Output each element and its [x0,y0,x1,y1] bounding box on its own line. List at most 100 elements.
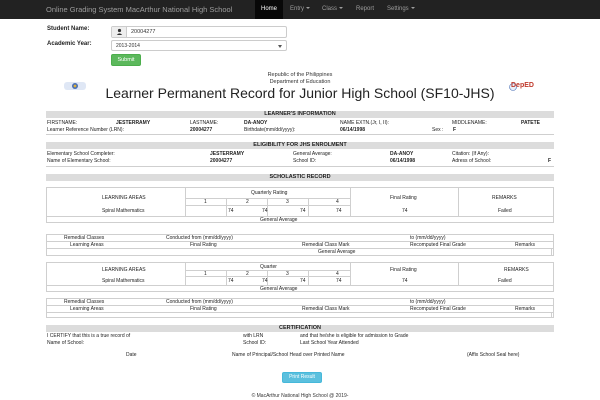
remedial-table-2 [46,298,554,318]
col-final-rating: Final Rating [390,195,417,201]
col-remarks: REMARKS [504,267,529,273]
general-average-row: General Average [260,286,298,292]
record-q3: 74 [300,278,306,284]
remedial-final-rating: Final Rating [190,306,217,312]
col-divider [226,270,227,285]
col-remarks: REMARKS [492,195,517,201]
cert-last-year-label: Last School Year Attended [300,340,359,346]
lastname-label: LASTNAME: [190,120,219,126]
record-q1: 74 [228,208,234,214]
remedial-learning-areas: Learning Areas [70,306,104,312]
record-q4: 74 [336,208,342,214]
record-final: 74 [402,278,408,284]
nav-settings[interactable]: Settings [387,0,415,19]
col-q4: 4 [336,271,339,277]
nav-entry[interactable]: Entry [290,0,311,19]
eligibility-heading: ELIGIBILITY FOR JHS ENROLMENT [46,142,554,149]
col-q3: 3 [286,271,289,277]
conducted-from-label: Conducted from (mm/dd/yyyy) [166,235,233,241]
remedial-classes-label: Remedial Classes [64,299,105,305]
academic-year-select[interactable]: 2013-2014 [111,40,287,51]
col-divider [308,270,309,285]
app-brand[interactable]: Online Grading System MacArthur National… [46,5,232,14]
student-name-field[interactable]: 20004277 [111,26,287,38]
col-divider [458,187,459,216]
remedial-classes-label: Remedial Classes [64,235,105,241]
divider [46,166,554,167]
col-q2: 2 [246,199,249,205]
page-footer: © MacArthur National High School @ 2019- [251,393,349,399]
divider [46,134,554,135]
chevron-down-icon [306,7,311,10]
cert-school-name-label: Name of School: [47,340,84,346]
col-divider [551,248,552,256]
certify-eligible-text: and that he/she is eligible for admissio… [300,333,409,339]
col-divider [350,262,351,285]
school-address-label: Adress of School: [452,158,492,164]
col-q4: 4 [336,199,339,205]
middlename-label: MIDDLENAME: [452,120,487,126]
col-divider [226,198,227,216]
remedial-class-mark: Remedial Class Mark [302,306,350,312]
record-subject: Spiral Mathematics [102,208,145,214]
col-learning-areas: LEARNING AREAS [102,195,146,201]
record-final: 74 [402,208,408,214]
col-divider [185,262,186,285]
record-subject: Spiral Mathematics [102,278,145,284]
nav-class-label: Class [322,6,338,12]
lrn-value: 20004277 [190,127,213,133]
nav-report[interactable]: Report [356,0,374,19]
col-q1: 1 [204,199,207,205]
remedial-class-mark: Remedial Class Mark [302,242,350,248]
record-q3: 74 [300,208,306,214]
certify-text: I CERTIFY that this is a true record of [47,333,131,339]
elementary-school-value: 20004277 [210,158,233,164]
submit-button[interactable]: Submit [111,54,141,66]
student-name-value: 20004277 [131,29,156,35]
chevron-down-icon [278,45,282,48]
school-id-label: School ID: [293,158,317,164]
record-q2: 74 [262,278,268,284]
firstname-label: FIRSTNAME: [47,120,78,126]
col-quarter: Quarter [260,264,277,270]
deped-logo-text: DepED [511,82,534,89]
remedial-learning-areas: Learning Areas [70,242,104,248]
row-divider [46,312,554,313]
record-q2: 74 [262,208,268,214]
col-divider [458,262,459,285]
elementary-school-label: Name of Elementary School: [47,158,111,164]
col-final-rating: Final Rating [390,267,417,273]
col-learning-areas: LEARNING AREAS [102,267,146,273]
scholastic-heading: SCHOLASTIC RECORD [46,174,554,181]
record-remarks: Failed [498,278,512,284]
record-q4: 74 [336,278,342,284]
print-result-button[interactable]: Print Result [282,372,322,383]
col-q1: 1 [204,271,207,277]
cert-date-label: Date [126,352,137,358]
academic-year-label: Academic Year: [47,41,92,47]
learner-info-heading: LEARNER'S INFORMATION [46,111,554,118]
birthdate-value: 06/14/1998 [340,127,366,133]
col-divider [551,312,552,318]
student-name-label: Student Name: [47,26,90,32]
row-divider [46,285,554,286]
to-date-label: to (mm/dd/yyyy) [410,299,446,305]
cert-principal-label: Name of Principal/School Head over Print… [232,352,345,358]
remedial-general-average: General Average [318,249,356,255]
nav-entry-label: Entry [290,6,305,12]
remedial-remarks: Remarks [515,242,536,248]
row-divider [46,248,554,249]
sex-label: Sex : [432,127,444,133]
row-divider [46,216,554,217]
firstname-value: JESTERRAMY [116,120,151,126]
nav-home[interactable]: Home [255,0,284,19]
middlename-value: PATETE [521,120,540,126]
record-q1: 74 [228,278,234,284]
recomputed-final-grade: Recomputed Final Grade [410,242,466,248]
row-divider [46,241,554,242]
user-icon [112,27,127,37]
remedial-final-rating: Final Rating [190,242,217,248]
nav-class[interactable]: Class [322,0,344,19]
cert-school-id-label: School ID: [243,340,267,346]
school-address-value: F [548,158,552,164]
